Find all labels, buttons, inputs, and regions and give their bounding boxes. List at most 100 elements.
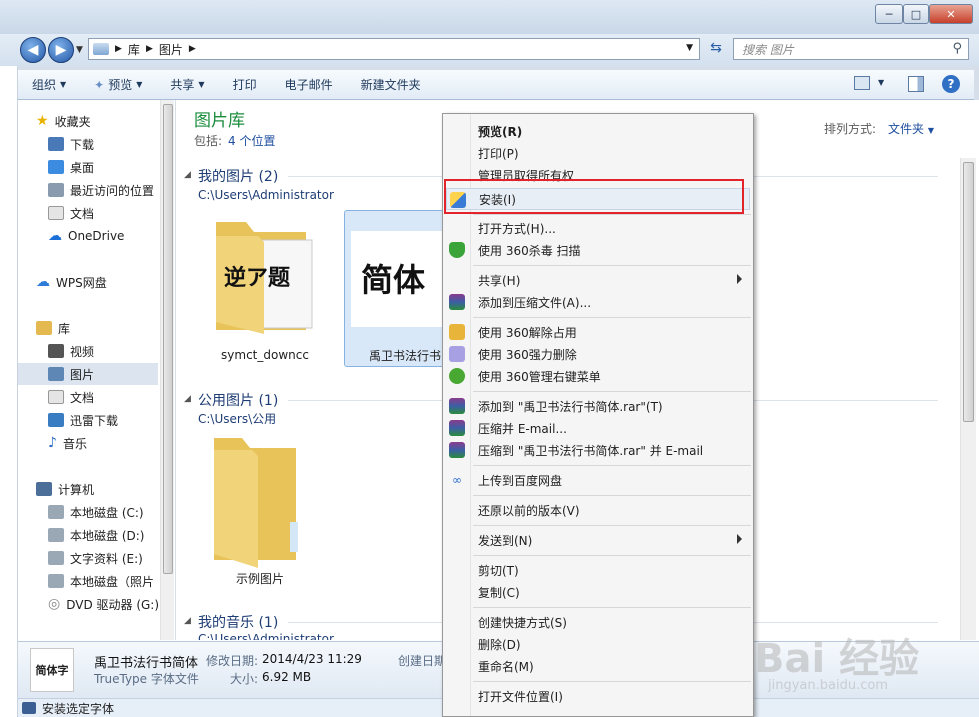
recent-pages-dropdown-icon[interactable]: ▼ bbox=[76, 45, 83, 55]
nav-downloads[interactable]: 下载 bbox=[48, 133, 94, 155]
crumb-separator-icon: ▶ bbox=[115, 44, 122, 54]
menu-open-location[interactable]: 打开文件位置(I) bbox=[446, 685, 750, 707]
nav-music[interactable]: ♪ 音乐 bbox=[48, 432, 87, 454]
nav-disk-e[interactable]: 文字资料 (E:) bbox=[48, 547, 143, 569]
view-options-icon[interactable] bbox=[854, 76, 870, 90]
nav-label: 本地磁盘（照片 bbox=[70, 574, 155, 589]
music-note-icon: ♪ bbox=[48, 435, 57, 451]
nav-dvd[interactable]: ◎ DVD 驱动器 (G:) bbox=[48, 593, 159, 615]
collapse-icon[interactable]: ◢ bbox=[184, 616, 191, 626]
group-title[interactable]: 我的图片 (2) bbox=[198, 166, 278, 186]
winrar-icon bbox=[449, 398, 465, 414]
modified-label: 修改日期: bbox=[206, 654, 259, 668]
nav-disk-c[interactable]: 本地磁盘 (C:) bbox=[48, 501, 144, 523]
winrar-icon bbox=[449, 420, 465, 436]
collapse-icon[interactable]: ◢ bbox=[184, 170, 191, 180]
group-path: C:\Users\Administrator bbox=[198, 632, 334, 640]
menu-add-archive[interactable]: 添加到压缩文件(A)... bbox=[446, 291, 750, 313]
close-button[interactable]: ✕ bbox=[929, 4, 973, 24]
new-folder-button[interactable]: 新建文件夹 bbox=[347, 73, 435, 97]
command-toolbar: 组织 ▼ ✦ 预览 ▼ 共享 ▼ 打印 电子邮件 新建文件夹 ▼ ? bbox=[18, 70, 974, 100]
menu-send-to[interactable]: 发送到(N) bbox=[446, 529, 750, 551]
nav-videos[interactable]: 视频 bbox=[48, 340, 94, 362]
preview-pane-icon[interactable] bbox=[908, 76, 924, 92]
menu-print[interactable]: 打印(P) bbox=[446, 142, 750, 164]
nav-scroll-thumb[interactable] bbox=[163, 104, 173, 574]
sort-dropdown[interactable]: 文件夹 ▼ bbox=[888, 120, 934, 137]
folder-item[interactable]: 逆ア题 symct_downcc bbox=[200, 210, 340, 370]
forward-button[interactable]: ▶ bbox=[48, 37, 74, 63]
nav-disk-f[interactable]: 本地磁盘（照片 bbox=[48, 570, 154, 592]
nav-pictures[interactable]: 图片 bbox=[18, 363, 158, 385]
organize-button[interactable]: 组织 ▼ bbox=[18, 73, 80, 97]
thumbnail-text: 简体 bbox=[361, 261, 426, 299]
nav-favorites[interactable]: ★ 收藏夹 bbox=[36, 110, 91, 132]
nav-lib-documents[interactable]: 文档 bbox=[48, 386, 94, 408]
content-scroll-thumb[interactable] bbox=[963, 162, 974, 422]
nav-documents[interactable]: 文档 bbox=[48, 202, 94, 224]
search-input[interactable]: 搜索 图片 ⚲ bbox=[733, 38, 969, 60]
pictures-icon bbox=[48, 367, 64, 381]
breadcrumb-library[interactable]: 库 bbox=[128, 41, 140, 58]
menu-rename[interactable]: 重命名(M) bbox=[446, 655, 750, 677]
nav-scrollbar[interactable] bbox=[160, 100, 174, 640]
address-dropdown-icon[interactable]: ▼ bbox=[686, 43, 693, 53]
folder-label: 示例图片 bbox=[235, 572, 284, 586]
menu-copy[interactable]: 复制(C) bbox=[446, 581, 750, 603]
menu-upload-baidu[interactable]: ∞ 上传到百度网盘 bbox=[446, 469, 750, 491]
menu-cut[interactable]: 剪切(T) bbox=[446, 559, 750, 581]
details-name: 禹卫书法行书简体 bbox=[94, 656, 199, 671]
nav-desktop[interactable]: 桌面 bbox=[48, 156, 94, 178]
print-button[interactable]: 打印 bbox=[219, 73, 271, 97]
print-label: 打印 bbox=[232, 78, 257, 92]
menu-create-shortcut[interactable]: 创建快捷方式(S) bbox=[446, 611, 750, 633]
menu-add-rar[interactable]: 添加到 "禹卫书法行书简体.rar"(T) bbox=[446, 395, 750, 417]
nav-disk-d[interactable]: 本地磁盘 (D:) bbox=[48, 524, 144, 546]
menu-compress-email[interactable]: 压缩并 E-mail... bbox=[446, 417, 750, 439]
menu-separator bbox=[473, 391, 751, 392]
help-icon[interactable]: ? bbox=[942, 75, 960, 93]
menu-label: 使用 360解除占用 bbox=[478, 325, 577, 340]
email-button[interactable]: 电子邮件 bbox=[271, 73, 347, 97]
menu-separator bbox=[473, 265, 751, 266]
maximize-button[interactable]: □ bbox=[903, 4, 929, 24]
group-title[interactable]: 我的音乐 (1) bbox=[198, 612, 278, 632]
crumb-separator-icon: ▶ bbox=[188, 44, 196, 54]
nav-thunder[interactable]: 迅雷下载 bbox=[48, 409, 118, 431]
nav-label: 文字资料 (E:) bbox=[70, 551, 143, 566]
menu-manage-360[interactable]: 使用 360管理右键菜单 bbox=[446, 365, 750, 387]
group-title[interactable]: 公用图片 (1) bbox=[198, 390, 278, 410]
folder-item[interactable]: 示例图片 bbox=[200, 432, 330, 592]
menu-label: 打印(P) bbox=[478, 146, 519, 161]
breadcrumb-pictures[interactable]: 图片 bbox=[159, 41, 183, 58]
menu-delete[interactable]: 删除(D) bbox=[446, 633, 750, 655]
address-bar[interactable]: ▶ 库 ▶ 图片 ▶ ▼ bbox=[88, 38, 700, 60]
menu-compress-rar-email[interactable]: 压缩到 "禹卫书法行书简体.rar" 并 E-mail bbox=[446, 439, 750, 461]
back-button[interactable]: ◀ bbox=[20, 37, 46, 63]
annotation-highlight-box bbox=[444, 179, 744, 214]
menu-scan-360[interactable]: 使用 360杀毒 扫描 bbox=[446, 239, 750, 261]
includes-locations-link[interactable]: 4 个位置 bbox=[228, 132, 275, 149]
nav-onedrive[interactable]: ☁ OneDrive bbox=[48, 225, 124, 247]
recent-places-icon bbox=[48, 183, 64, 197]
refresh-icon[interactable]: ⇆ bbox=[704, 40, 728, 60]
menu-separator bbox=[473, 525, 751, 526]
menu-share[interactable]: 共享(H) bbox=[446, 269, 750, 291]
share-button[interactable]: 共享 ▼ bbox=[156, 73, 218, 97]
menu-force-delete-360[interactable]: 使用 360强力删除 bbox=[446, 343, 750, 365]
collapse-icon[interactable]: ◢ bbox=[184, 394, 191, 404]
nav-label: 本地磁盘 (C:) bbox=[70, 505, 144, 520]
preview-button[interactable]: ✦ 预览 ▼ bbox=[80, 73, 156, 97]
nav-computer[interactable]: 计算机 bbox=[36, 478, 94, 500]
font-file-item-selected[interactable]: 简体 禹卫书法行书 bbox=[344, 210, 444, 367]
menu-restore[interactable]: 还原以前的版本(V) bbox=[446, 499, 750, 521]
content-scrollbar[interactable] bbox=[960, 158, 976, 640]
nav-wps[interactable]: ☁ WPS网盘 bbox=[36, 271, 107, 293]
nav-recent[interactable]: 最近访问的位置 bbox=[48, 179, 154, 201]
nav-libraries[interactable]: 库 bbox=[36, 317, 70, 339]
menu-preview[interactable]: 预览(R) bbox=[446, 120, 750, 142]
minimize-button[interactable]: ─ bbox=[875, 4, 903, 24]
view-dropdown-icon[interactable]: ▼ bbox=[878, 78, 884, 87]
menu-open-with[interactable]: 打开方式(H)... bbox=[446, 217, 750, 239]
menu-unlock-360[interactable]: 使用 360解除占用 bbox=[446, 321, 750, 343]
